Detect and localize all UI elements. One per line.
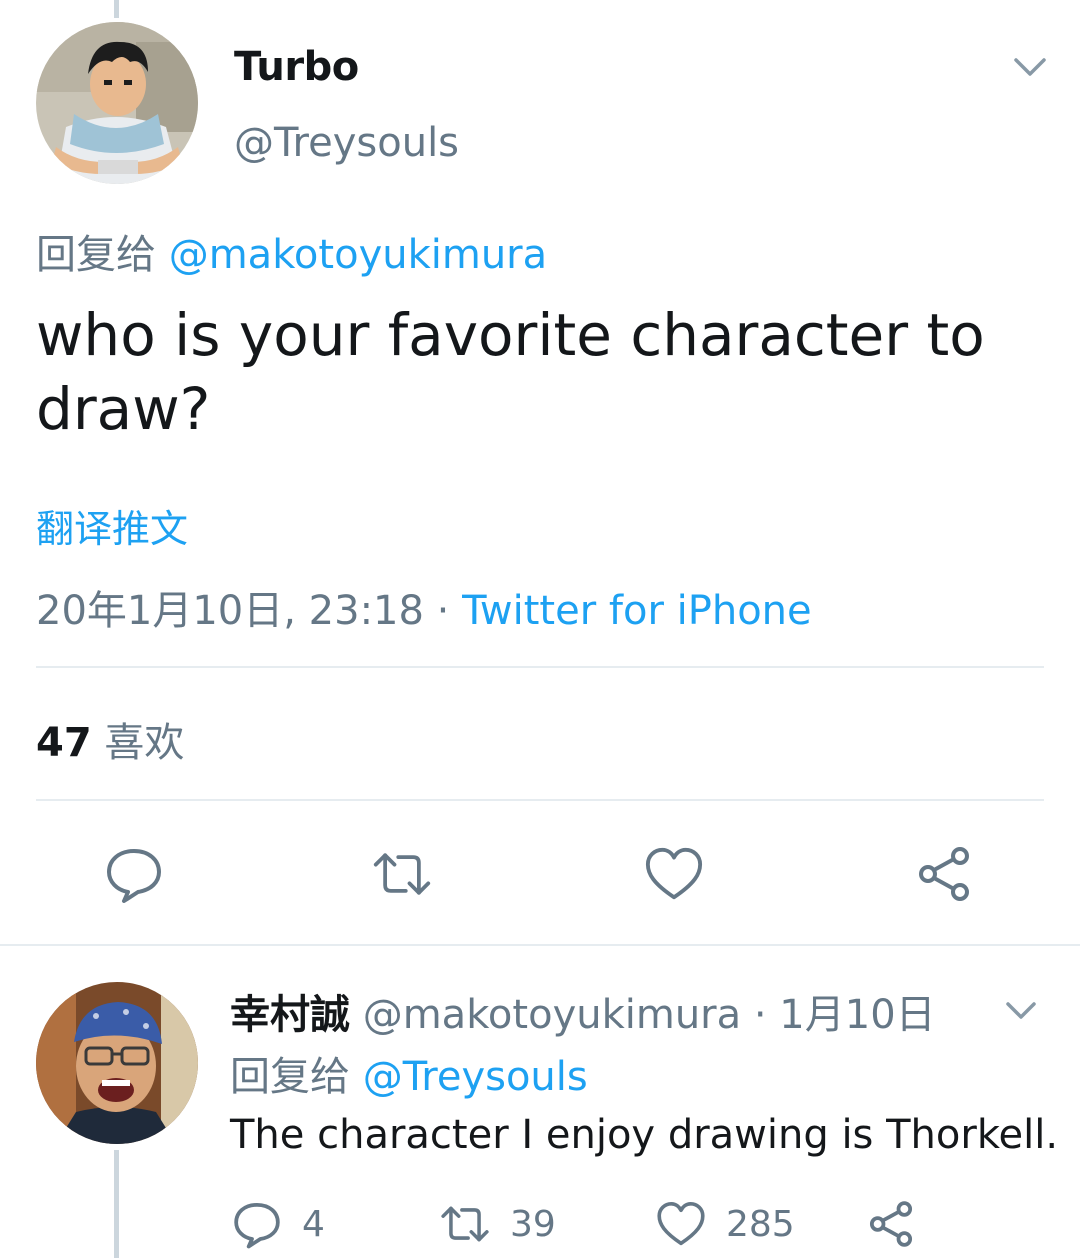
reply-author-name[interactable]: 幸村誠 (230, 992, 350, 1038)
chevron-down-icon[interactable] (1004, 996, 1038, 1024)
reply-like-button[interactable]: 285 (656, 1198, 795, 1250)
divider (36, 666, 1044, 668)
reply-mention-link[interactable]: @Treysouls (363, 1054, 588, 1100)
retweet-count: 39 (510, 1203, 556, 1245)
divider (36, 799, 1044, 801)
tweet-timestamp: 20年1月10日, 23:18 (36, 588, 424, 634)
meta-separator: · (423, 588, 463, 634)
chevron-down-icon[interactable] (1012, 52, 1048, 82)
author-name[interactable]: Turbo (234, 44, 359, 90)
reply-comment-button[interactable]: 4 (232, 1198, 325, 1250)
tweet-text: who is your favorite character to draw? (36, 301, 985, 443)
reply-count: 4 (302, 1203, 325, 1245)
tweet-source-link[interactable]: Twitter for iPhone (462, 588, 812, 634)
reply-separator: · (741, 992, 780, 1038)
author-avatar[interactable] (36, 22, 198, 184)
retweet-icon[interactable] (372, 844, 432, 904)
thread-line-bottom (114, 1150, 119, 1258)
share-icon[interactable] (914, 844, 974, 904)
reply-prefix: 回复给 (36, 232, 156, 278)
tweet-meta: 20年1月10日, 23:18 · Twitter for iPhone (36, 578, 812, 636)
reply-share-button[interactable] (866, 1198, 936, 1250)
reply-date[interactable]: 1月10日 (779, 992, 935, 1038)
comment-icon (234, 1202, 280, 1249)
likes-stat[interactable]: 47 喜欢 (36, 710, 184, 768)
reply-author-avatar[interactable] (36, 982, 198, 1144)
comment-icon[interactable] (104, 844, 164, 904)
reply-to-line: 回复给 @makotoyukimura (36, 222, 547, 280)
likes-count: 47 (36, 720, 92, 766)
reply-header: 幸村誠 @makotoyukimura · 1月10日 (230, 982, 936, 1040)
thread-line-top (114, 0, 119, 18)
reply-retweet-button[interactable]: 39 (440, 1198, 556, 1250)
divider (0, 944, 1080, 946)
retweet-icon (441, 1206, 489, 1242)
like-count: 285 (726, 1203, 795, 1245)
heart-icon[interactable] (644, 844, 704, 904)
author-handle[interactable]: @Treysouls (234, 120, 459, 166)
translate-tweet-link[interactable]: 翻译推文 (36, 498, 188, 553)
reply-to-line: 回复给 @Treysouls (230, 1044, 588, 1102)
share-icon (869, 1201, 913, 1247)
reply-text: The character I enjoy drawing is Thorkel… (230, 1112, 1059, 1158)
reply-author-handle[interactable]: @makotoyukimura (363, 992, 741, 1038)
reply-mention-link[interactable]: @makotoyukimura (169, 232, 547, 278)
reply-prefix: 回复给 (230, 1054, 350, 1100)
heart-icon (657, 1202, 705, 1246)
likes-label: 喜欢 (104, 720, 185, 766)
